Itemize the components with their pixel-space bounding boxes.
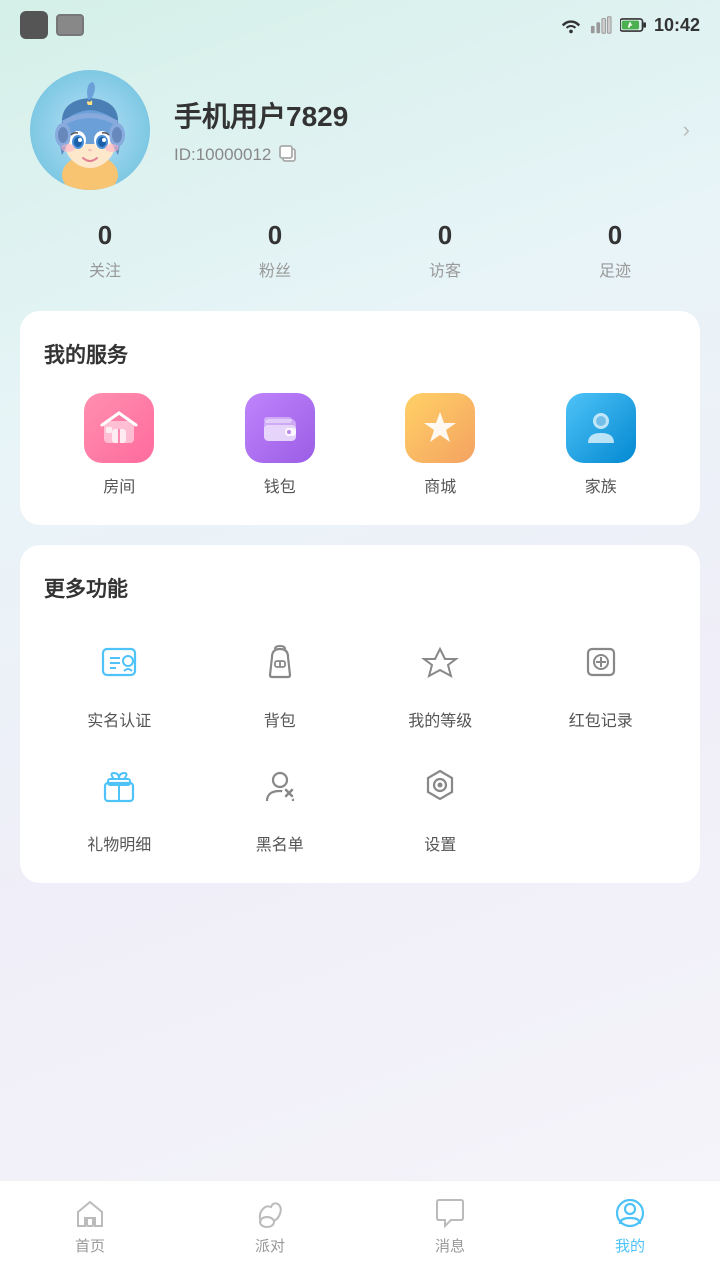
- redpacket-icon-wrap: [566, 627, 636, 697]
- features-row1: 实名认证 背包 我的等级: [44, 627, 676, 731]
- battery-icon: [620, 18, 646, 32]
- service-room[interactable]: 房间: [44, 393, 195, 497]
- message-nav-icon: [433, 1196, 467, 1230]
- room-icon-wrap: [84, 393, 154, 463]
- user-id: ID:10000012: [174, 145, 690, 165]
- backpack-label: 背包: [264, 707, 296, 731]
- wallet-label: 钱包: [264, 473, 296, 497]
- service-wallet[interactable]: 钱包: [205, 393, 356, 497]
- blacklist-icon: [259, 765, 301, 807]
- realname-icon-wrap: [84, 627, 154, 697]
- redpacket-label: 红包记录: [569, 707, 633, 731]
- nav-party[interactable]: 派对: [253, 1196, 287, 1256]
- shop-icon: [419, 407, 461, 449]
- service-family[interactable]: 家族: [526, 393, 677, 497]
- features-card: 更多功能 实名认证: [20, 545, 700, 883]
- room-icon: [98, 407, 140, 449]
- wifi-icon: [560, 16, 582, 34]
- profile-chevron[interactable]: ›: [683, 117, 690, 143]
- bottom-nav: 首页 派对 消息 我的: [0, 1180, 720, 1280]
- redpacket-icon: [580, 641, 622, 683]
- mine-nav-icon: [613, 1196, 647, 1230]
- username: 手机用户7829: [174, 95, 690, 135]
- stat-following[interactable]: 0 关注: [89, 220, 121, 281]
- realname-icon: [98, 641, 140, 683]
- profile-section: 手机用户7829 ID:10000012 ›: [0, 50, 720, 210]
- backpack-icon: [259, 641, 301, 683]
- wallet-icon-wrap: [245, 393, 315, 463]
- party-nav-label: 派对: [255, 1235, 285, 1256]
- stat-visitors[interactable]: 0 访客: [429, 220, 461, 281]
- services-title: 我的服务: [44, 339, 676, 369]
- level-label: 我的等级: [408, 707, 472, 731]
- room-label: 房间: [103, 473, 135, 497]
- stat-fans[interactable]: 0 粉丝: [259, 220, 291, 281]
- level-icon-wrap: [405, 627, 475, 697]
- services-grid: 房间 钱包 商城: [44, 393, 676, 497]
- wallet-icon: [259, 407, 301, 449]
- services-card: 我的服务 房间: [20, 311, 700, 525]
- signal-icon: [590, 16, 612, 34]
- stats-row: 0 关注 0 粉丝 0 访客 0 足迹: [0, 210, 720, 311]
- settings-icon-wrap: [405, 751, 475, 821]
- nav-mine[interactable]: 我的: [613, 1196, 647, 1256]
- feature-blacklist[interactable]: 黑名单: [205, 751, 356, 855]
- settings-label: 设置: [424, 831, 456, 855]
- feature-empty: [526, 751, 677, 855]
- profile-info: 手机用户7829 ID:10000012: [174, 95, 690, 165]
- realname-label: 实名认证: [87, 707, 151, 731]
- nav-home[interactable]: 首页: [73, 1196, 107, 1256]
- feature-redpacket[interactable]: 红包记录: [526, 627, 677, 731]
- level-icon: [419, 641, 461, 683]
- shop-icon-wrap: [405, 393, 475, 463]
- status-right-icons: 10:42: [560, 15, 700, 36]
- family-icon-wrap: [566, 393, 636, 463]
- features-title: 更多功能: [44, 573, 676, 603]
- avatar[interactable]: [30, 70, 150, 190]
- party-nav-icon: [253, 1196, 287, 1230]
- service-shop[interactable]: 商城: [365, 393, 516, 497]
- home-nav-label: 首页: [75, 1235, 105, 1256]
- status-bar: 10:42: [0, 0, 720, 50]
- app-icon-1: [20, 11, 48, 39]
- giftdetail-label: 礼物明细: [87, 831, 151, 855]
- blacklist-label: 黑名单: [256, 831, 304, 855]
- feature-backpack[interactable]: 背包: [205, 627, 356, 731]
- mine-nav-label: 我的: [615, 1235, 645, 1256]
- shop-label: 商城: [424, 473, 456, 497]
- backpack-icon-wrap: [245, 627, 315, 697]
- home-nav-icon: [73, 1196, 107, 1230]
- blacklist-icon-wrap: [245, 751, 315, 821]
- feature-giftdetail[interactable]: 礼物明细: [44, 751, 195, 855]
- copy-icon[interactable]: [279, 145, 299, 165]
- settings-icon: [419, 765, 461, 807]
- family-label: 家族: [585, 473, 617, 497]
- app-icon-2: [56, 14, 84, 36]
- status-left-icons: [20, 11, 84, 39]
- features-row2: 礼物明细 黑名单: [44, 751, 676, 855]
- status-time: 10:42: [654, 15, 700, 36]
- giftdetail-icon-wrap: [84, 751, 154, 821]
- feature-realname[interactable]: 实名认证: [44, 627, 195, 731]
- giftdetail-icon: [98, 765, 140, 807]
- stat-footprint[interactable]: 0 足迹: [599, 220, 631, 281]
- family-icon: [580, 407, 622, 449]
- nav-message[interactable]: 消息: [433, 1196, 467, 1256]
- feature-settings[interactable]: 设置: [365, 751, 516, 855]
- message-nav-label: 消息: [435, 1235, 465, 1256]
- feature-level[interactable]: 我的等级: [365, 627, 516, 731]
